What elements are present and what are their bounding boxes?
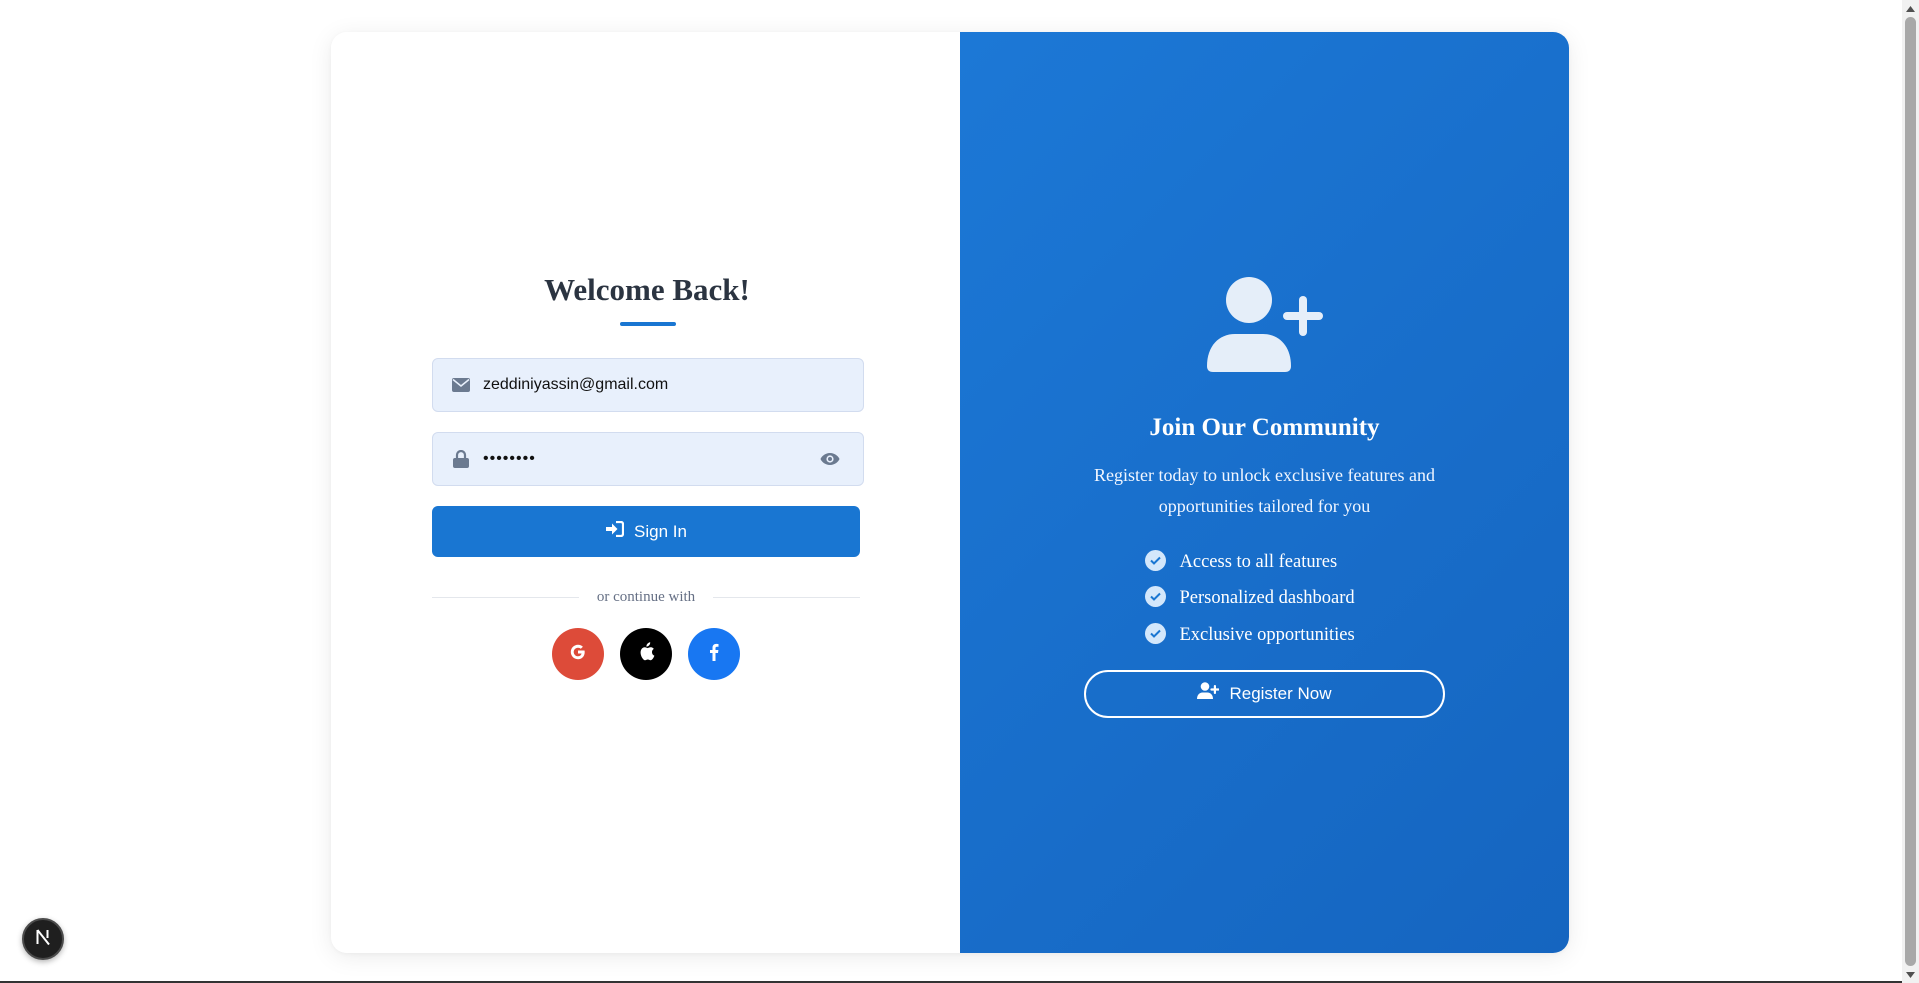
scroll-down-arrow-icon[interactable] [1902,966,1919,983]
google-login-button[interactable] [552,628,604,680]
facebook-login-button[interactable] [688,628,740,680]
scroll-up-arrow-icon[interactable] [1902,0,1919,17]
email-field[interactable] [432,358,864,412]
feature-item: Exclusive opportunities [1144,617,1385,654]
feature-list: Access to all features Personalized dash… [1144,544,1385,654]
envelope-icon [451,375,471,395]
login-panel: Welcome Back! zeddiniyassin@gmail.com ••… [331,32,960,953]
login-form: Welcome Back! zeddiniyassin@gmail.com ••… [432,272,864,680]
login-title: Welcome Back! [544,272,750,307]
register-panel: Join Our Community Register today to unl… [960,32,1569,953]
register-now-button[interactable]: Register Now [1084,669,1445,718]
check-circle-icon [1144,622,1166,644]
password-field[interactable] [432,432,864,486]
facebook-icon [709,643,719,666]
user-plus-icon [1197,682,1220,705]
nextjs-logo-icon [34,928,52,951]
divider-text: or continue with [596,589,696,605]
sign-in-label: Sign In [634,521,687,541]
vertical-scrollbar[interactable] [1902,0,1919,983]
divider-line-left [432,597,579,598]
feature-label: Exclusive opportunities [1179,624,1355,645]
feature-item: Access to all features [1144,544,1385,581]
sign-in-button[interactable]: Sign In [432,506,860,557]
lock-icon [451,449,471,469]
feature-item: Personalized dashboard [1144,581,1385,618]
user-plus-icon [960,276,1569,372]
nextjs-badge[interactable] [22,918,64,960]
title-underline [620,322,676,326]
register-subtitle: Register today to unlock exclusive featu… [1094,465,1435,516]
register-title: Join Our Community [1149,414,1380,441]
register-now-label: Register Now [1229,683,1332,703]
divider-line-right [713,597,861,598]
check-circle-icon [1144,586,1166,608]
social-divider: or continue with [432,589,861,606]
eye-icon[interactable] [819,448,841,470]
email-input[interactable] [433,359,863,411]
apple-icon [638,642,655,666]
password-input[interactable] [433,433,863,485]
sign-in-icon [605,520,625,542]
feature-label: Access to all features [1179,551,1338,572]
google-icon [569,643,587,666]
feature-label: Personalized dashboard [1179,588,1355,609]
apple-login-button[interactable] [620,628,672,680]
check-circle-icon [1144,549,1166,571]
register-content: Join Our Community Register today to unl… [960,276,1569,718]
social-login-group [432,628,860,680]
auth-card: Welcome Back! zeddiniyassin@gmail.com ••… [331,32,1569,953]
scrollbar-thumb[interactable] [1905,17,1916,966]
